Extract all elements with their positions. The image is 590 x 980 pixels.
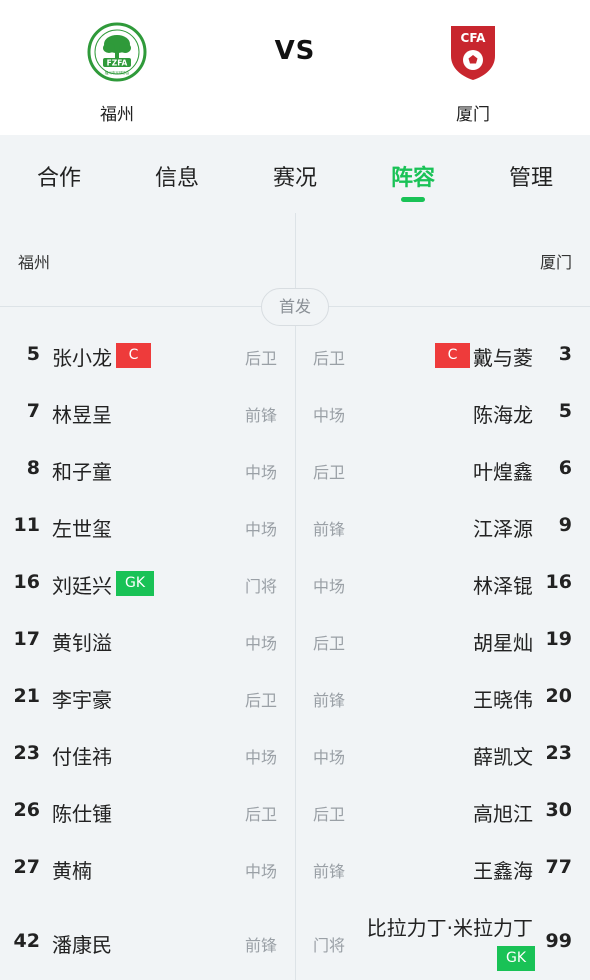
away-player-position: 后卫 [313,634,346,653]
away-player-position: 前锋 [313,520,346,539]
away-player-name[interactable]: 薛凯文 [473,741,533,770]
home-player-number: 17 [13,628,40,650]
goalkeeper-badge: GK [497,946,535,971]
home-player-position: 后卫 [244,805,277,824]
away-player-number: 3 [558,343,572,365]
away-player-position: 后卫 [313,349,346,368]
captain-badge: C [435,343,470,368]
lineup-row: 23 付佳祎 中场 23 薛凯文 中场 [0,726,590,783]
home-player-number: 8 [26,457,40,479]
home-player-number: 23 [13,742,40,764]
lineup-row: 8 和子童 中场 6 叶煌鑫 后卫 [0,441,590,498]
home-lineup-label: 福州 [18,253,51,272]
home-player-position: 中场 [244,862,277,881]
lineup-row: 17 黄钊溢 中场 19 胡星灿 后卫 [0,612,590,669]
away-team[interactable]: CFA 厦门 [413,22,533,125]
away-player-name[interactable]: 戴与菱 [473,342,533,371]
home-player-name[interactable]: 李宇豪 [52,684,112,713]
active-tab-indicator [401,197,425,202]
home-player-name[interactable]: 陈仕锺 [52,798,112,827]
home-player-name[interactable]: 黄楠 [52,855,92,884]
tab-0[interactable]: 合作 [0,160,118,192]
home-player-position: 中场 [244,634,277,653]
away-player-position: 中场 [313,406,346,425]
home-player-number: 16 [13,571,40,593]
match-header: FZFA 福州市足球协会 福州 VS CFA 厦门 [0,0,590,135]
home-player-position: 中场 [244,463,277,482]
lineup-row: 42 潘康民 前锋 99 比拉力丁·米拉力丁门将 GK [0,900,590,971]
away-player-position: 门将 [313,936,346,955]
away-player-name[interactable]: 王晓伟 [473,684,533,713]
away-player-position: 前锋 [313,691,346,710]
tab-1[interactable]: 信息 [118,160,236,192]
lineup-row: 26 陈仕锺 后卫 30 高旭江 后卫 [0,783,590,840]
home-player-number: 7 [26,400,40,422]
home-player-number: 5 [26,343,40,365]
away-team-logo: CFA [451,26,495,80]
home-player-position: 中场 [244,520,277,539]
home-player-position: 中场 [244,748,277,767]
away-player-name[interactable]: 比拉力丁·米拉力丁 [367,912,533,941]
away-player-name[interactable]: 高旭江 [473,798,533,827]
away-player-position: 中场 [313,748,346,767]
home-player-name[interactable]: 潘康民 [52,929,112,958]
away-player-number: 9 [558,514,572,536]
home-player-name[interactable]: 林昱呈 [52,399,112,428]
away-team-name: 厦门 [456,105,490,125]
away-player-name[interactable]: 胡星灿 [473,627,533,656]
away-player-number: 16 [545,571,572,593]
away-player-number: 6 [558,457,572,479]
away-player-name[interactable]: 叶煌鑫 [473,456,533,485]
svg-text:福州市足球协会: 福州市足球协会 [105,70,130,75]
home-player-position: 门将 [244,577,277,596]
lineup-row: 5 张小龙 后卫 3 戴与菱 后卫 C C [0,327,590,384]
home-player-name[interactable]: 左世玺 [52,513,112,542]
home-player-number: 26 [13,799,40,821]
away-player-position: 中场 [313,577,346,596]
home-player-number: 21 [13,685,40,707]
home-player-number: 27 [13,856,40,878]
lineup-row: 11 左世玺 中场 9 江泽源 前锋 [0,498,590,555]
lineup-row: 27 黄楠 中场 77 王鑫海 前锋 [0,840,590,897]
away-player-name[interactable]: 江泽源 [473,513,533,542]
away-player-name[interactable]: 王鑫海 [473,855,533,884]
away-player-number: 77 [545,856,572,878]
tab-4[interactable]: 管理 [472,160,590,192]
home-player-number: 11 [13,514,40,536]
home-player-position: 后卫 [244,349,277,368]
home-player-name[interactable]: 黄钊溢 [52,627,112,656]
home-player-name[interactable]: 张小龙 [52,342,112,371]
away-player-number: 19 [545,628,572,650]
away-player-number: 23 [545,742,572,764]
lineup-row: 21 李宇豪 后卫 20 王晓伟 前锋 [0,669,590,726]
home-player-name[interactable]: 刘廷兴 [52,570,112,599]
lineup-row: 7 林昱呈 前锋 5 陈海龙 中场 [0,384,590,441]
away-lineup-label: 厦门 [539,253,572,272]
away-player-number: 30 [545,799,572,821]
tab-3[interactable]: 阵容 [354,160,472,192]
tab-2[interactable]: 赛况 [236,160,354,192]
tab-bar: 合作 信息 赛况 阵容 管理 [0,135,590,213]
home-player-position: 后卫 [244,691,277,710]
away-player-number: 5 [558,400,572,422]
goalkeeper-badge: GK [116,571,154,596]
home-player-position: 前锋 [244,406,277,425]
svg-text:CFA: CFA [461,31,487,45]
away-player-number: 99 [545,930,572,952]
home-player-number: 42 [13,930,40,952]
home-player-name[interactable]: 和子童 [52,456,112,485]
away-player-name[interactable]: 林泽锟 [473,570,533,599]
away-player-position: 后卫 [313,463,346,482]
section-title-starters: 首发 [261,288,329,326]
away-player-number: 20 [545,685,572,707]
captain-badge: C [116,343,151,368]
lineup-row: 16 刘廷兴 门将 16 林泽锟 中场 GK [0,555,590,612]
home-team-name: 福州 [100,105,134,125]
away-player-position: 后卫 [313,805,346,824]
home-player-name[interactable]: 付佳祎 [52,741,112,770]
home-player-position: 前锋 [244,936,277,955]
away-player-name[interactable]: 陈海龙 [473,399,533,428]
away-player-position: 前锋 [313,862,346,881]
